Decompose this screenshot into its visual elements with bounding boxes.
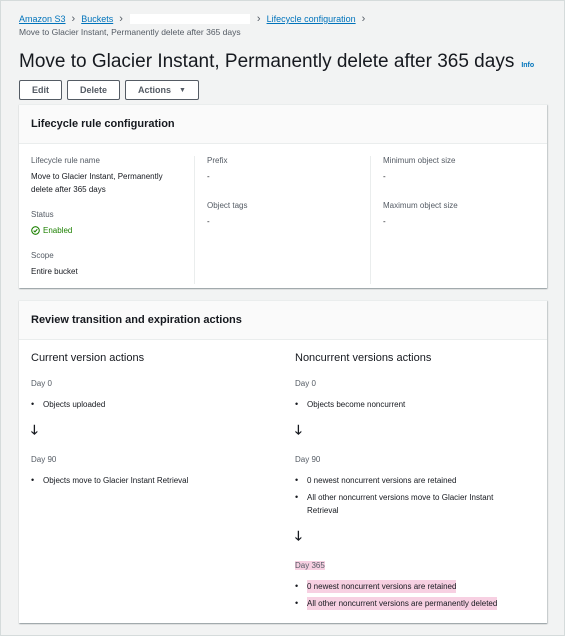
bullet-icon: • [31, 475, 35, 485]
actions-dropdown[interactable]: Actions ▼ [125, 80, 199, 100]
actions-dropdown-label: Actions [138, 85, 172, 95]
bullet-icon: • [295, 581, 299, 591]
current-day-0: Day 0 [31, 379, 52, 388]
action-toolbar: Edit Delete Actions ▼ [19, 80, 199, 100]
max-size-field: Maximum object size - [383, 201, 541, 228]
noncurrent-version-actions: Noncurrent versions actions Day 0 • Obje… [295, 352, 535, 614]
breadcrumb: Amazon S3 › Buckets › › Lifecycle config… [19, 13, 371, 25]
list-item: • Objects uploaded [31, 398, 295, 411]
list-item-text: All other noncurrent versions move to Gl… [307, 493, 494, 515]
max-size-label: Maximum object size [383, 201, 458, 210]
review-columns: Current version actions Day 0 • Objects … [19, 340, 547, 614]
delete-button[interactable]: Delete [67, 80, 121, 100]
check-circle-icon [31, 226, 40, 235]
config-column-1: Lifecycle rule name Move to Glacier Inst… [31, 156, 195, 284]
noncurrent-day-0: Day 0 [295, 379, 316, 388]
noncurrent-day-90: Day 90 [295, 455, 321, 464]
breadcrumb-lifecycle-configuration[interactable]: Lifecycle configuration [267, 14, 356, 24]
lifecycle-rule-configuration-panel: Lifecycle rule configuration Lifecycle r… [19, 104, 547, 288]
bullet-icon: • [31, 399, 35, 409]
chevron-right-icon: › [119, 12, 123, 25]
arrow-down-icon: 🡓 [31, 422, 38, 437]
status-value: Enabled [31, 224, 194, 237]
config-column-3: Minimum object size - Maximum object siz… [371, 156, 541, 284]
chevron-right-icon: › [256, 12, 261, 25]
rule-name-value: Move to Glacier Instant, Permanently del… [31, 172, 163, 194]
status-label: Status [31, 210, 54, 219]
scope-label: Scope [31, 251, 54, 260]
status-text: Enabled [43, 226, 73, 235]
config-column-2: Prefix - Object tags - [195, 156, 371, 284]
config-columns: Lifecycle rule name Move to Glacier Inst… [19, 144, 547, 284]
breadcrumb-amazon-s3[interactable]: Amazon S3 [19, 14, 66, 24]
chevron-right-icon: › [71, 12, 76, 25]
panel-heading: Lifecycle rule configuration [19, 105, 547, 144]
page-title: Move to Glacier Instant, Permanently del… [19, 51, 534, 73]
noncurrent-version-heading: Noncurrent versions actions [295, 352, 432, 364]
breadcrumb-current: Move to Glacier Instant, Permanently del… [19, 27, 241, 37]
list-item-text: Objects become noncurrent [307, 400, 406, 409]
list-item-text: 0 newest noncurrent versions are retaine… [307, 476, 457, 485]
list-item: • Objects move to Glacier Instant Retrie… [31, 474, 295, 487]
object-tags-value: - [207, 217, 210, 226]
arrow-down-icon: 🡓 [295, 422, 302, 437]
object-tags-field: Object tags - [207, 201, 370, 228]
noncurrent-day-365-text: Day 365 [295, 561, 325, 570]
page-title-text: Move to Glacier Instant, Permanently del… [19, 51, 515, 72]
list-item: • Objects become noncurrent [295, 398, 535, 411]
prefix-value: - [207, 172, 210, 181]
scope-field: Scope Entire bucket [31, 251, 194, 278]
list-item: • 0 newest noncurrent versions are retai… [295, 580, 535, 593]
current-version-heading: Current version actions [31, 352, 145, 364]
min-size-value: - [383, 172, 386, 181]
rule-name-field: Lifecycle rule name Move to Glacier Inst… [31, 156, 194, 196]
chevron-right-icon: › [361, 12, 366, 25]
list-item-text: All other noncurrent versions are perman… [307, 597, 498, 610]
object-tags-label: Object tags [207, 201, 248, 210]
list-item-text: 0 newest noncurrent versions are retaine… [307, 580, 457, 593]
bullet-icon: • [295, 475, 299, 485]
list-item: • All other noncurrent versions are perm… [295, 597, 535, 610]
breadcrumb-bucket-redacted[interactable] [128, 13, 251, 25]
arrow-down-icon: 🡓 [295, 528, 302, 543]
noncurrent-day-365: Day 365 [295, 561, 535, 570]
max-size-value: - [383, 217, 386, 226]
prefix-field: Prefix - [207, 156, 370, 183]
rule-name-label: Lifecycle rule name [31, 156, 100, 165]
status-field: Status Enabled [31, 210, 194, 237]
list-item-text: Objects move to Glacier Instant Retrieva… [43, 476, 189, 485]
edit-button[interactable]: Edit [19, 80, 62, 100]
list-item-text: Objects uploaded [43, 400, 106, 409]
bullet-icon: • [295, 598, 299, 608]
prefix-label: Prefix [207, 156, 228, 165]
breadcrumb-buckets[interactable]: Buckets [81, 14, 113, 24]
list-item: • All other noncurrent versions move to … [295, 491, 535, 517]
current-version-actions: Current version actions Day 0 • Objects … [31, 352, 295, 614]
caret-down-icon: ▼ [179, 86, 186, 94]
bullet-icon: • [295, 399, 299, 409]
list-item: • 0 newest noncurrent versions are retai… [295, 474, 535, 487]
review-actions-panel: Review transition and expiration actions… [19, 300, 547, 623]
info-link[interactable]: Info [521, 62, 534, 69]
min-size-field: Minimum object size - [383, 156, 541, 183]
scope-value: Entire bucket [31, 267, 78, 276]
bullet-icon: • [295, 492, 299, 502]
min-size-label: Minimum object size [383, 156, 456, 165]
current-day-90: Day 90 [31, 455, 57, 464]
panel-heading: Review transition and expiration actions [19, 301, 547, 340]
